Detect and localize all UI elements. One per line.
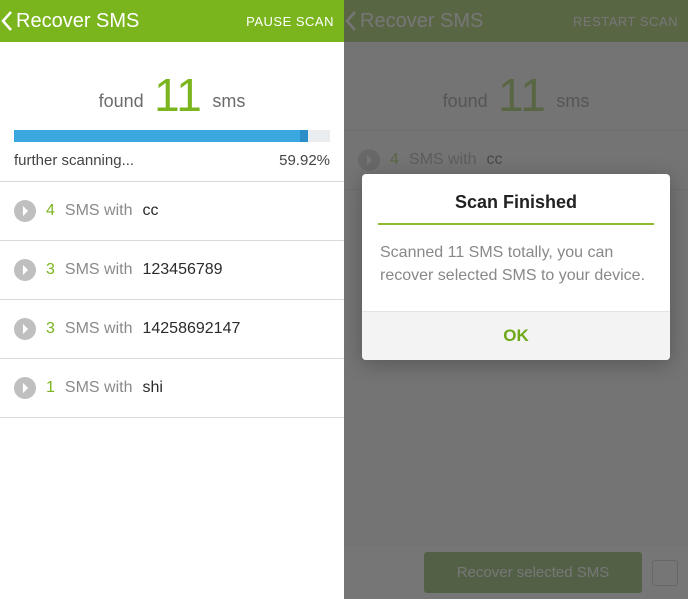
list-item[interactable]: 1 SMS with shi [0,359,344,418]
chevron-right-icon [14,200,36,222]
found-count: 11 [148,69,208,121]
status-text: further scanning... [14,152,134,169]
item-contact: 123456789 [142,261,222,279]
item-count: 3 [46,320,55,338]
item-count: 1 [46,379,55,397]
item-mid: SMS with [65,379,133,397]
screen-scanning: Recover SMS PAUSE SCAN found 11 sms furt… [0,0,344,599]
pause-scan-button[interactable]: PAUSE SCAN [246,14,334,29]
dialog-underline [378,223,654,225]
item-mid: SMS with [65,261,133,279]
dialog-body: Scanned 11 SMS totally, you can recover … [362,241,670,311]
chevron-right-icon [14,318,36,340]
dialog-ok-button[interactable]: OK [362,311,670,360]
dialog-title: Scan Finished [362,174,670,223]
status-row: further scanning... 59.92% [0,142,344,182]
found-summary: found 11 sms [0,42,344,130]
header-bar: Recover SMS PAUSE SCAN [0,0,344,42]
scan-finished-dialog: Scan Finished Scanned 11 SMS totally, yo… [362,174,670,360]
item-count: 4 [46,202,55,220]
item-contact: shi [142,379,162,397]
list-item[interactable]: 3 SMS with 14258692147 [0,300,344,359]
chevron-left-icon [0,10,14,32]
list-item[interactable]: 3 SMS with 123456789 [0,241,344,300]
chevron-right-icon [14,377,36,399]
list-item[interactable]: 4 SMS with cc [0,182,344,241]
found-prefix: found [99,91,144,111]
screen-finished: Recover SMS RESTART SCAN found 11 sms 4 … [344,0,688,599]
progress-percent: 59.92% [279,152,330,169]
item-mid: SMS with [65,202,133,220]
item-contact: 14258692147 [142,320,240,338]
progress-bar [14,130,330,142]
progress-fill [14,130,308,142]
header-title: Recover SMS [16,10,139,33]
item-mid: SMS with [65,320,133,338]
item-count: 3 [46,261,55,279]
item-contact: cc [142,202,158,220]
back-button[interactable]: Recover SMS [0,10,139,33]
chevron-right-icon [14,259,36,281]
found-suffix: sms [212,91,245,111]
